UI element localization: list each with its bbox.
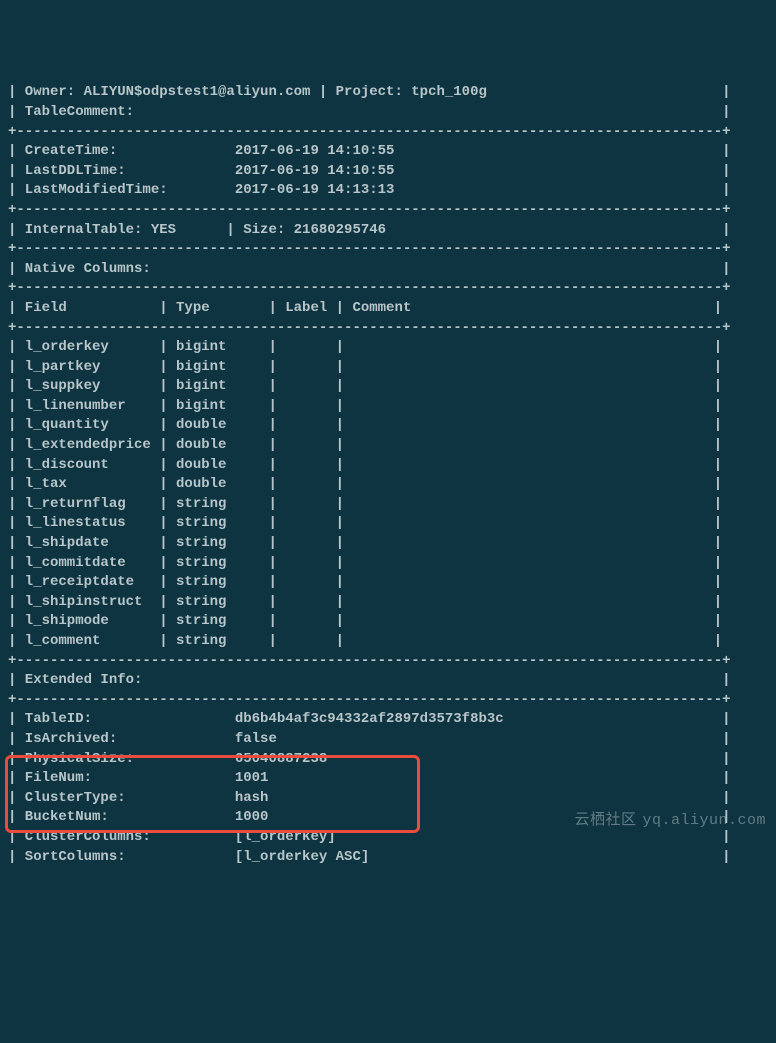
watermark: 云栖社区 yq.aliyun.com [574, 810, 766, 831]
watermark-url: yq.aliyun.com [642, 812, 766, 829]
watermark-cn: 云栖社区 [574, 812, 636, 829]
terminal-output: | Owner: ALIYUN$odpstest1@aliyun.com | P… [8, 83, 768, 867]
